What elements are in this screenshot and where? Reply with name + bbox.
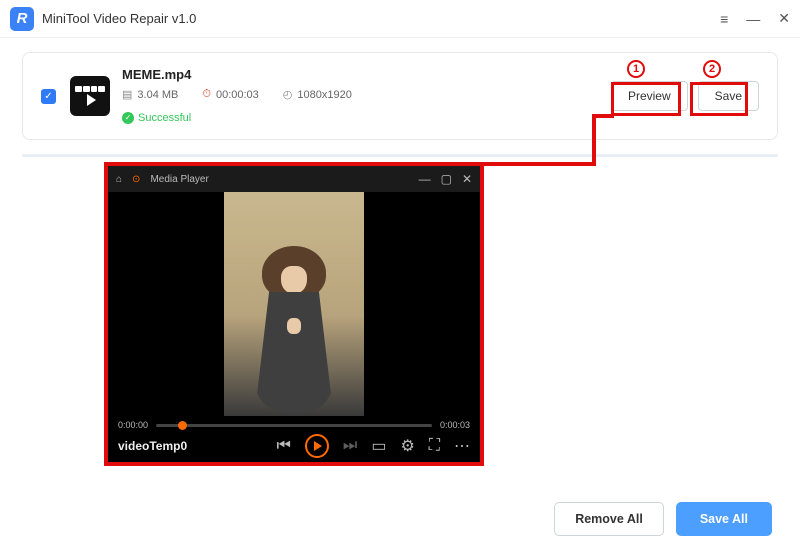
player-current-time: 0:00:00 bbox=[118, 420, 148, 430]
player-settings-icon[interactable]: ⚙ bbox=[400, 436, 414, 456]
player-progress-bar[interactable] bbox=[156, 424, 432, 427]
file-name: MEME.mp4 bbox=[122, 67, 611, 82]
app-logo: R bbox=[10, 7, 34, 31]
footer-actions: Remove All Save All bbox=[554, 502, 772, 536]
title-bar: R MiniTool Video Repair v1.0 ≡ — ✕ bbox=[0, 0, 800, 38]
item-checkbox[interactable]: ✓ bbox=[41, 89, 56, 104]
player-close-icon[interactable]: ✕ bbox=[462, 172, 472, 186]
player-prev-icon[interactable]: ⏮ bbox=[277, 437, 291, 455]
divider bbox=[22, 154, 778, 157]
player-minimize-icon[interactable]: — bbox=[419, 172, 431, 186]
app-title: MiniTool Video Repair v1.0 bbox=[42, 11, 196, 26]
file-size: ▤3.04 MB bbox=[122, 88, 178, 101]
player-fullscreen-icon[interactable]: ⛶ bbox=[429, 437, 440, 455]
player-next-icon[interactable]: ⏭ bbox=[343, 437, 357, 455]
file-duration: ⏱00:00:03 bbox=[202, 88, 258, 101]
player-app-name: Media Player bbox=[150, 174, 208, 185]
remove-all-button[interactable]: Remove All bbox=[554, 502, 664, 536]
video-item-row: ✓ MEME.mp4 ▤3.04 MB ⏱00:00:03 ◴1080x1920… bbox=[22, 52, 778, 140]
media-player-window: ⌂ ⊙ Media Player — ▢ ✕ 0:00:00 0:00:03 v… bbox=[104, 162, 484, 466]
player-subtitle-icon[interactable]: ▭ bbox=[371, 436, 386, 456]
resolution-icon: ◴ bbox=[283, 88, 293, 101]
save-all-button[interactable]: Save All bbox=[676, 502, 772, 536]
player-video-area[interactable] bbox=[108, 192, 480, 416]
minimize-icon[interactable]: — bbox=[746, 11, 760, 27]
player-play-button[interactable] bbox=[305, 434, 329, 458]
player-video-title: videoTemp0 bbox=[118, 439, 263, 453]
save-button[interactable]: Save bbox=[698, 81, 759, 111]
player-total-time: 0:00:03 bbox=[440, 420, 470, 430]
clock-icon: ⏱ bbox=[202, 88, 211, 101]
step-badge-1: 1 bbox=[627, 60, 645, 78]
video-thumbnail-icon bbox=[70, 76, 110, 116]
success-icon: ✓ bbox=[122, 112, 134, 124]
home-icon[interactable]: ⌂ bbox=[116, 174, 122, 185]
status-badge: ✓ Successful bbox=[122, 112, 191, 124]
menu-icon[interactable]: ≡ bbox=[720, 11, 728, 27]
player-play-small-icon[interactable]: ⊙ bbox=[132, 174, 140, 185]
preview-button[interactable]: Preview bbox=[611, 81, 688, 111]
player-title-bar: ⌂ ⊙ Media Player — ▢ ✕ bbox=[108, 166, 480, 192]
step-badge-2: 2 bbox=[703, 60, 721, 78]
size-icon: ▤ bbox=[122, 88, 132, 101]
player-maximize-icon[interactable]: ▢ bbox=[441, 172, 452, 186]
file-resolution: ◴1080x1920 bbox=[283, 88, 352, 101]
close-icon[interactable]: ✕ bbox=[778, 10, 790, 27]
player-more-icon[interactable]: ⋯ bbox=[454, 436, 470, 456]
